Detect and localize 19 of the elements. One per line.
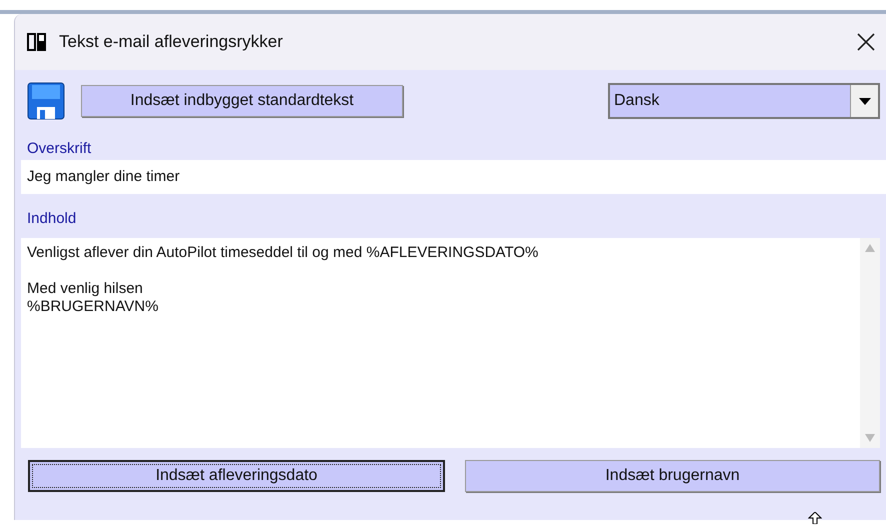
scroll-down-icon[interactable] bbox=[865, 434, 875, 442]
window-title: Tekst e-mail afleveringsrykker bbox=[59, 31, 283, 54]
dropdown-arrow-icon bbox=[858, 98, 870, 104]
subject-label: Overskrift bbox=[26, 139, 92, 159]
insert-button[interactable]: Indsæt brugernavn bbox=[465, 460, 880, 492]
subject-field[interactable]: Jeg mangler dine timer bbox=[21, 160, 886, 194]
body-label: Indhold bbox=[26, 209, 78, 229]
scrollbar[interactable] bbox=[860, 238, 880, 448]
insert-button[interactable]: Indsæt afleveringsdato bbox=[28, 460, 445, 492]
body-text-line: Venligst aflever din AutoPilot timeseddel til og med %AFLEVERINGSDATO% bbox=[27, 244, 540, 262]
language-dropdown[interactable]: Dansk bbox=[608, 83, 880, 119]
app-logo-icon bbox=[27, 33, 47, 51]
body-text-line: Med venlig hilsen bbox=[27, 280, 144, 298]
body-text-line: %BRUGERNAVN% bbox=[27, 298, 160, 316]
body-text-area[interactable]: Venligst aflever din AutoPilot timeseddel til og med %AFLEVERINGSDATO% Med venlig hilsen %BRUGERNAVN% bbox=[21, 238, 880, 448]
insert-standard-text-button[interactable]: Indsæt indbygget standardtekst bbox=[81, 85, 403, 117]
mouse-pointer-icon bbox=[808, 512, 822, 524]
scroll-up-icon[interactable] bbox=[865, 244, 875, 252]
close-icon[interactable] bbox=[856, 32, 876, 52]
